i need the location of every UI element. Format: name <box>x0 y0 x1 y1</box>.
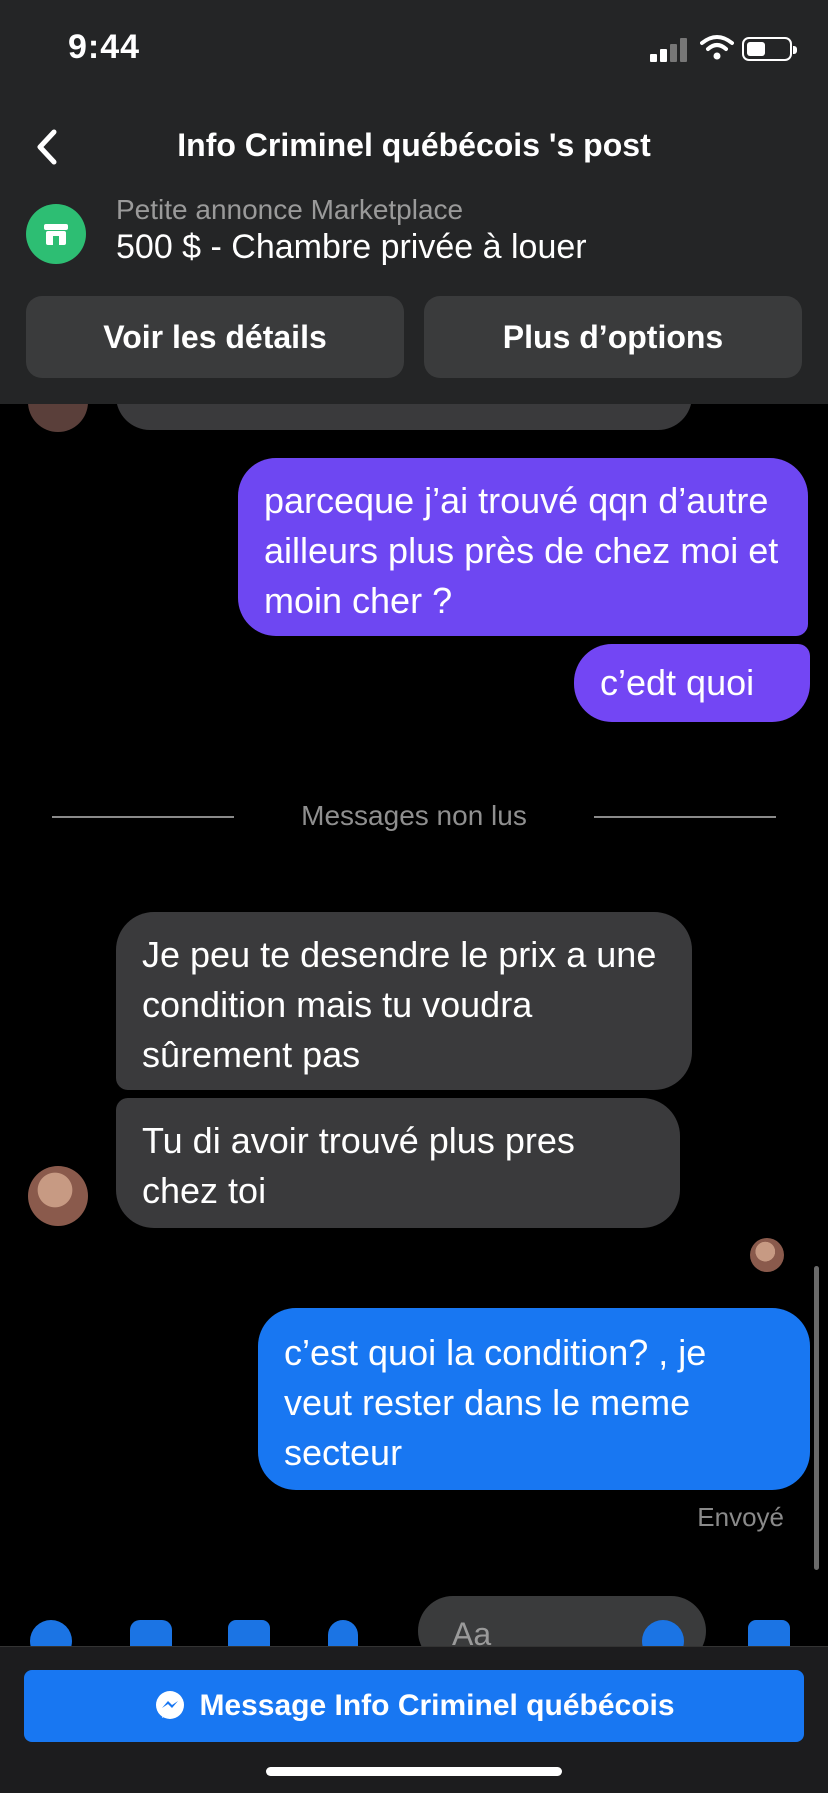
view-details-button-overlay[interactable]: Voir les détails <box>26 296 404 378</box>
sent-status: Envoyé <box>697 1502 784 1532</box>
camera-icon[interactable] <box>130 1620 172 1646</box>
composer-bar: Aa <box>0 1590 828 1646</box>
status-time: 9:44 <box>68 28 141 66</box>
sender-avatar[interactable] <box>28 1166 88 1226</box>
marketplace-shop-icon-overlay <box>26 204 86 264</box>
received-message-bubble[interactable]: Je peu te desendre le prix a une conditi… <box>116 912 692 1090</box>
plus-icon[interactable] <box>30 1620 72 1646</box>
message-seller-label: Message Info Criminel québécois <box>199 1689 675 1722</box>
sent-message-bubble[interactable]: c’est quoi la condition? , je veut reste… <box>258 1308 810 1490</box>
gallery-icon[interactable] <box>228 1620 270 1646</box>
wifi-icon <box>700 35 734 60</box>
marketplace-listing-title-overlay[interactable]: 500 $ - Chambre privée à louer <box>116 228 587 267</box>
home-indicator[interactable] <box>266 1767 562 1776</box>
messenger-icon <box>156 1691 185 1719</box>
scrollbar[interactable] <box>814 1266 819 1570</box>
microphone-icon[interactable] <box>328 1620 358 1646</box>
seen-receipt-avatar <box>750 1238 784 1272</box>
marketplace-subtitle-overlay: Petite annonce Marketplace <box>116 194 464 225</box>
message-seller-button[interactable]: Message Info Criminel québécois <box>24 1670 804 1742</box>
thumbs-up-icon[interactable] <box>748 1620 790 1646</box>
sent-message-bubble[interactable]: c’edt quoi <box>574 644 810 722</box>
received-message-bubble[interactable]: Tu di avoir trouvé plus pres chez toi <box>116 1098 680 1228</box>
message-input-placeholder: Aa <box>452 1616 492 1646</box>
unread-divider: Messages non lus <box>52 800 776 840</box>
page-title: Info Criminel québécois 's post <box>177 127 651 163</box>
signal-icon <box>650 38 690 62</box>
more-options-button-overlay[interactable]: Plus d’options <box>424 296 802 378</box>
sent-message-bubble[interactable]: parceque j’ai trouvé qqn d’autre ailleur… <box>238 458 808 636</box>
battery-icon <box>742 37 797 61</box>
